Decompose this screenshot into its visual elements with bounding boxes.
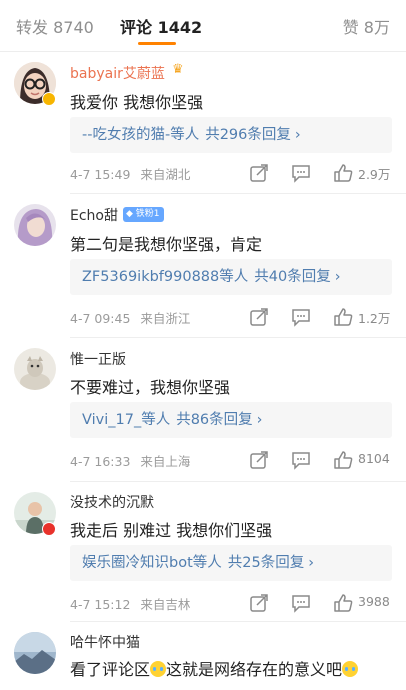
crying-emoji-icon bbox=[150, 661, 167, 677]
comment-time: 4-7 09:45 bbox=[70, 311, 131, 326]
comment-text: 看了评论区 这就是网络存在的意义吧 bbox=[70, 656, 359, 680]
share-icon[interactable] bbox=[248, 162, 270, 184]
verified-icon bbox=[42, 92, 56, 106]
comment-icon[interactable] bbox=[290, 592, 312, 614]
comment-meta: 4-7 15:12 来自吉林 bbox=[70, 594, 190, 613]
like-icon[interactable] bbox=[332, 449, 354, 471]
chevron-right-icon: › bbox=[294, 127, 301, 143]
comment-meta: 4-7 15:49 来自湖北 bbox=[70, 164, 190, 183]
comment-text-part: 看了评论区 bbox=[70, 660, 151, 679]
comment-location: 来自浙江 bbox=[140, 311, 191, 326]
comment-icon[interactable] bbox=[290, 162, 312, 184]
like-count: 1.2万 bbox=[358, 311, 391, 326]
fan-badge: ◆ 铁粉1 bbox=[123, 207, 164, 222]
like-count: 8104 bbox=[358, 451, 390, 466]
tab-repost[interactable]: 转发 8740 bbox=[16, 14, 94, 38]
comment-item: 惟一正版 不要难过，我想你坚强 Vivi_17_等人 共86条回复 › 4-7 16… bbox=[0, 338, 406, 482]
share-icon[interactable] bbox=[248, 449, 270, 471]
reply-count: 共296条回复 bbox=[205, 127, 291, 143]
tab-like[interactable]: 赞 8万 bbox=[343, 14, 390, 38]
reply-count: 共86条回复 bbox=[176, 412, 253, 428]
comment-time: 4-7 16:33 bbox=[70, 454, 131, 469]
comment-text: 第二句是我想你坚强，肯定 bbox=[70, 235, 263, 254]
comment-text: 我爱你 我想你坚强 bbox=[70, 93, 204, 112]
comment-text: 我走后 别难过 我想你们坚强 bbox=[70, 521, 273, 540]
comment-tabs: 转发 8740 评论 1442 赞 8万 bbox=[0, 0, 406, 52]
crown-icon: ♛ bbox=[172, 62, 184, 77]
share-icon[interactable] bbox=[248, 306, 270, 328]
reply-preview[interactable]: Vivi_17_等人 共86条回复 › bbox=[70, 402, 392, 438]
comment-text: 不要难过，我想你坚强 bbox=[70, 378, 231, 397]
chevron-right-icon: › bbox=[256, 412, 263, 428]
comment-location: 来自湖北 bbox=[140, 167, 191, 182]
chevron-right-icon: › bbox=[308, 555, 315, 571]
reply-preview[interactable]: --吃女孩的猫-等人 共296条回复 › bbox=[70, 117, 392, 153]
reply-from: 娱乐圈冷知识bot等人 bbox=[82, 555, 222, 571]
reply-from: Vivi_17_等人 bbox=[82, 412, 171, 428]
reply-from: ZF5369ikbf990888等人 bbox=[82, 269, 249, 285]
reply-preview[interactable]: 娱乐圈冷知识bot等人 共25条回复 › bbox=[70, 545, 392, 581]
comment-meta: 4-7 09:45 来自浙江 bbox=[70, 308, 190, 327]
like-icon[interactable] bbox=[332, 306, 354, 328]
tab-indicator bbox=[138, 42, 176, 45]
comment-item: 哈牛怀中猫 看了评论区 这就是网络存在的意义吧 bbox=[0, 622, 406, 690]
comment-location: 来自上海 bbox=[140, 454, 191, 469]
tab-comment[interactable]: 评论 1442 bbox=[120, 14, 202, 38]
comment-text-part: 这就是网络存在的意义吧 bbox=[166, 660, 343, 679]
diamond-icon: ◆ bbox=[126, 209, 133, 219]
avatar[interactable] bbox=[14, 632, 56, 674]
reply-count: 共40条回复 bbox=[254, 269, 331, 285]
flower-icon bbox=[42, 522, 56, 536]
comment-username[interactable]: 惟一正版 bbox=[70, 349, 126, 369]
share-icon[interactable] bbox=[248, 592, 270, 614]
comment-item: babyair艾蔚蓝 ♛ 我爱你 我想你坚强 --吃女孩的猫-等人 共296条回复… bbox=[0, 52, 406, 194]
comment-item: Echo甜 ◆ 铁粉1 第二句是我想你坚强，肯定 ZF5369ikbf99088… bbox=[0, 194, 406, 338]
comment-item: 没技术的沉默 我走后 别难过 我想你们坚强 娱乐圈冷知识bot等人 共25条回复 ›… bbox=[0, 482, 406, 622]
comment-username[interactable]: babyair艾蔚蓝 bbox=[70, 63, 165, 83]
comment-meta: 4-7 16:33 来自上海 bbox=[70, 451, 190, 470]
comment-username[interactable]: 没技术的沉默 bbox=[70, 492, 154, 512]
avatar[interactable] bbox=[14, 348, 56, 390]
like-icon[interactable] bbox=[332, 162, 354, 184]
comment-icon[interactable] bbox=[290, 306, 312, 328]
reply-count: 共25条回复 bbox=[227, 555, 305, 571]
chevron-right-icon: › bbox=[334, 269, 341, 285]
like-count: 2.9万 bbox=[358, 167, 391, 182]
crying-emoji-icon bbox=[342, 661, 359, 677]
comment-username[interactable]: 哈牛怀中猫 bbox=[70, 632, 140, 652]
avatar[interactable] bbox=[14, 204, 56, 246]
reply-from: --吃女孩的猫-等人 bbox=[82, 127, 200, 143]
comment-time: 4-7 15:12 bbox=[70, 597, 131, 612]
fan-badge-label: 铁粉1 bbox=[135, 209, 160, 219]
comment-icon[interactable] bbox=[290, 449, 312, 471]
comment-username[interactable]: Echo甜 bbox=[70, 205, 118, 225]
like-count: 3988 bbox=[358, 594, 390, 609]
like-icon[interactable] bbox=[332, 592, 354, 614]
comment-time: 4-7 15:49 bbox=[70, 167, 131, 182]
comment-location: 来自吉林 bbox=[140, 597, 191, 612]
reply-preview[interactable]: ZF5369ikbf990888等人 共40条回复 › bbox=[70, 259, 392, 295]
